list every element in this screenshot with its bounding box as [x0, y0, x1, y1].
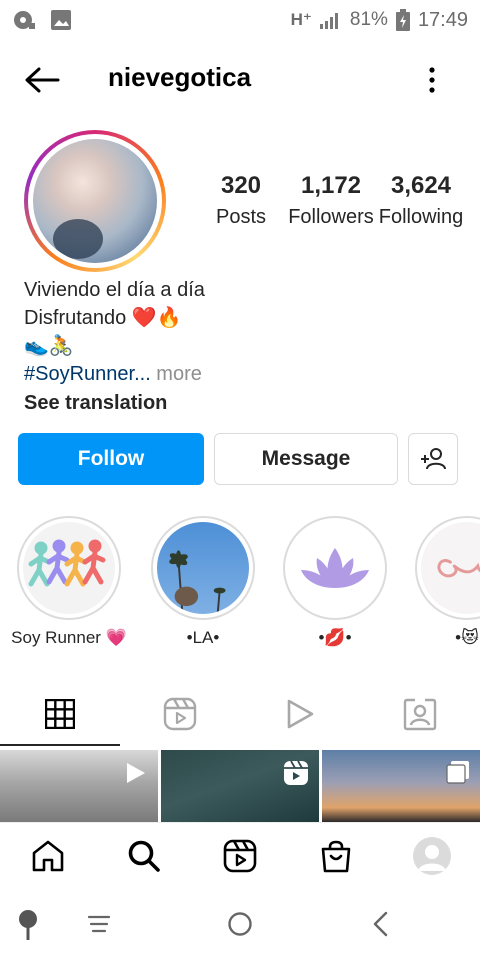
profile-avatar[interactable]	[24, 130, 166, 272]
nav-search[interactable]	[96, 823, 192, 888]
see-translation-link[interactable]: See translation	[24, 389, 167, 417]
network-type: H⁺	[290, 10, 312, 29]
home-system-button[interactable]	[226, 910, 254, 938]
battery-charging-icon	[395, 9, 410, 31]
more-vertical-icon	[429, 67, 435, 93]
profile-bio: Viviendo el día a día Disfrutando ❤️🔥 👟🚴…	[24, 276, 464, 417]
status-bar: H⁺ 81% 17:49	[0, 0, 480, 40]
highlight-cover-script	[421, 522, 480, 614]
highlight-item[interactable]: •LA•	[138, 516, 268, 648]
grid-icon	[45, 699, 75, 729]
profile-username: nievegotica	[108, 62, 252, 92]
assistant-button[interactable]	[16, 908, 40, 942]
circle-home-icon	[228, 912, 252, 936]
highlight-cover-runners	[23, 522, 115, 614]
stat-posts-value: 320	[220, 172, 262, 199]
profile-tabs	[0, 682, 480, 746]
profile-actions: Follow Message	[18, 433, 462, 485]
media-icon	[14, 11, 35, 29]
highlight-label: •LA•	[186, 628, 220, 647]
image-icon	[51, 10, 71, 30]
nav-reels[interactable]	[192, 823, 288, 888]
back-button[interactable]	[22, 60, 62, 100]
suggest-users-button[interactable]	[408, 433, 458, 485]
back-system-button[interactable]	[368, 910, 392, 938]
menu-icon	[87, 915, 111, 933]
shop-icon	[321, 840, 351, 872]
tab-grid[interactable]	[0, 682, 120, 746]
stat-following-value: 3,624	[390, 172, 452, 199]
more-options-button[interactable]	[418, 60, 446, 100]
highlight-item[interactable]: •😻	[402, 516, 480, 648]
carousel-badge-icon	[446, 761, 469, 784]
signal-icon	[319, 13, 338, 29]
bottom-navigation	[0, 822, 480, 888]
bio-line-3: 👟🚴	[24, 335, 74, 357]
avatar-photo	[33, 139, 157, 263]
bio-more-link[interactable]: more	[151, 363, 202, 385]
tab-tagged[interactable]	[360, 682, 480, 746]
stat-followers-label: Followers	[288, 206, 374, 228]
arrow-left-icon	[25, 67, 60, 93]
profile-avatar-small	[413, 836, 451, 875]
home-icon	[32, 840, 64, 871]
nav-shop[interactable]	[288, 823, 384, 888]
highlight-label: Soy Runner 💗	[11, 628, 127, 647]
palm-trees-photo	[169, 550, 226, 614]
highlight-item[interactable]: •💋•	[270, 516, 400, 648]
add-user-icon	[421, 448, 446, 470]
highlight-item[interactable]: Soy Runner 💗	[4, 516, 134, 648]
highlight-cover-lotus	[289, 522, 381, 614]
reels-icon	[163, 697, 197, 731]
pin-icon	[19, 910, 37, 940]
recent-apps-button[interactable]	[86, 912, 112, 936]
tab-videos[interactable]	[240, 682, 360, 746]
tab-reels[interactable]	[120, 682, 240, 746]
default-avatar-icon	[418, 844, 446, 871]
tagged-icon	[403, 698, 437, 731]
highlight-label: •💋•	[318, 628, 352, 647]
posts-grid	[0, 750, 480, 822]
post-thumbnail[interactable]	[0, 750, 158, 822]
message-button[interactable]: Message	[214, 433, 398, 485]
status-icons-left	[12, 9, 72, 31]
search-icon	[128, 840, 160, 872]
profile-stats: 320 Posts 1,172 Followers 3,624 Followin…	[196, 172, 466, 229]
system-navigation-bar	[0, 888, 480, 960]
highlight-cover-la	[157, 522, 249, 614]
stat-followers-value: 1,172	[300, 172, 362, 199]
nav-profile[interactable]	[384, 823, 480, 888]
stat-posts-label: Posts	[215, 206, 267, 228]
follow-button[interactable]: Follow	[18, 433, 204, 485]
bio-hashtag-link[interactable]: #SoyRunner...	[24, 363, 151, 385]
script-text-graphic	[437, 559, 480, 578]
profile-header: nievegotica	[0, 48, 480, 110]
post-thumbnail[interactable]	[322, 750, 480, 822]
stat-posts[interactable]: 320 Posts	[196, 172, 286, 229]
lotus-icon	[301, 548, 369, 588]
clock: 17:49	[417, 8, 468, 31]
battery-percent: 81%	[349, 9, 388, 30]
stat-followers[interactable]: 1,172 Followers	[286, 172, 376, 229]
runners-illustration	[28, 539, 106, 587]
bio-line-2: Disfrutando ❤️🔥	[24, 307, 182, 329]
reels-icon	[223, 839, 257, 872]
video-badge-icon	[127, 763, 145, 783]
nav-home[interactable]	[0, 823, 96, 888]
bio-line-1: Viviendo el día a día	[24, 279, 205, 301]
stat-following[interactable]: 3,624 Following	[376, 172, 466, 229]
chevron-left-icon	[373, 911, 388, 937]
reel-badge-icon	[284, 760, 308, 785]
bio-line-4: #SoyRunner... more	[24, 360, 464, 388]
story-highlights: Soy Runner 💗 •LA• •💋• •😻	[0, 516, 480, 656]
stat-following-label: Following	[378, 206, 464, 228]
post-thumbnail[interactable]	[161, 750, 319, 822]
highlight-label: •😻	[455, 628, 479, 647]
video-icon	[287, 699, 314, 729]
status-icons-right: H⁺ 81% 17:49	[291, 9, 468, 32]
